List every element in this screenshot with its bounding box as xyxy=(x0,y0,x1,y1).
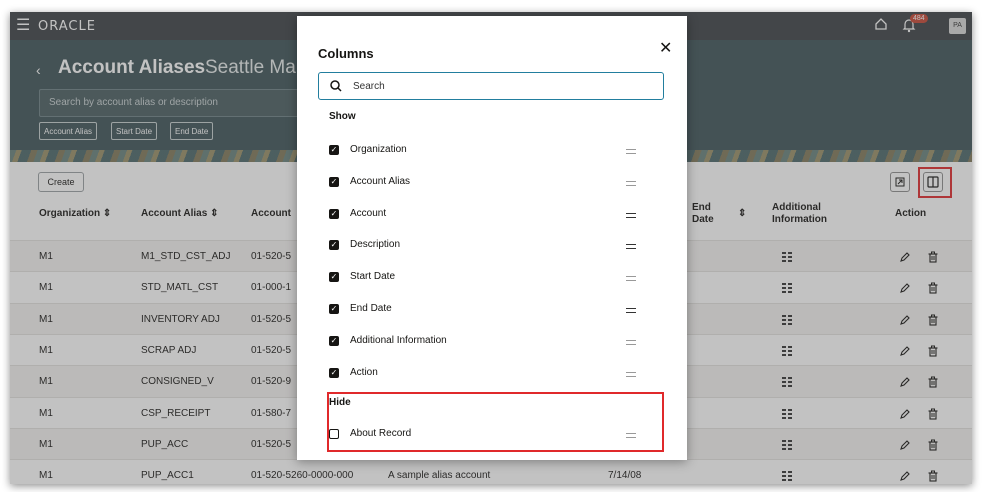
column-option[interactable]: ✓ End Date xyxy=(329,301,636,317)
checked-checkbox-icon[interactable]: ✓ xyxy=(329,176,339,187)
column-option-label: Additional Information xyxy=(350,334,447,346)
column-option[interactable]: ✓ Account Alias xyxy=(329,174,636,190)
drag-handle-icon[interactable] xyxy=(626,276,636,282)
checked-checkbox-icon[interactable]: ✓ xyxy=(329,367,339,378)
columns-search-placeholder: Search xyxy=(353,81,385,92)
drag-handle-icon[interactable] xyxy=(626,339,636,345)
column-option[interactable]: ✓ Description xyxy=(329,237,636,253)
checked-checkbox-icon[interactable]: ✓ xyxy=(329,208,339,219)
column-option[interactable]: ✓ Organization xyxy=(329,142,636,158)
column-option-label: Account xyxy=(350,207,387,219)
column-option[interactable]: ✓ Start Date xyxy=(329,269,636,285)
close-icon[interactable]: ✕ xyxy=(659,38,672,58)
drag-handle-icon[interactable] xyxy=(626,244,636,250)
column-option[interactable]: ✓ Additional Information xyxy=(329,333,636,349)
column-option-label: Start Date xyxy=(350,271,396,283)
column-option[interactable]: ✓ Account xyxy=(329,206,636,222)
app-window: ☰ ORACLE 484 PA ‹ Account Aliases Seattl… xyxy=(10,12,972,484)
checked-checkbox-icon[interactable]: ✓ xyxy=(329,304,339,314)
dialog-title: Columns xyxy=(318,46,374,61)
columns-dialog: Columns ✕ Search Show ✓ Organization ✓ Acco… xyxy=(297,16,687,460)
search-icon xyxy=(329,79,343,96)
show-section-label: Show xyxy=(329,111,356,122)
drag-handle-icon[interactable] xyxy=(626,149,636,154)
checked-checkbox-icon[interactable]: ✓ xyxy=(329,272,339,283)
column-option-label: Description xyxy=(350,239,401,251)
drag-handle-icon[interactable] xyxy=(626,308,636,313)
column-option-label: Organization xyxy=(350,144,407,155)
checked-checkbox-icon[interactable]: ✓ xyxy=(329,145,339,155)
checked-checkbox-icon[interactable]: ✓ xyxy=(329,335,339,346)
columns-search-input[interactable]: Search xyxy=(318,72,664,100)
drag-handle-icon[interactable] xyxy=(626,180,636,186)
column-option[interactable]: ✓ Action xyxy=(329,365,636,381)
drag-handle-icon[interactable] xyxy=(626,212,636,218)
checked-checkbox-icon[interactable]: ✓ xyxy=(329,240,339,251)
drag-handle-icon[interactable] xyxy=(626,371,636,377)
column-option-label: End Date xyxy=(350,303,392,314)
column-option-label: Account Alias xyxy=(350,175,411,187)
hide-section-highlight xyxy=(327,392,664,452)
column-option-label: Action xyxy=(350,366,378,378)
